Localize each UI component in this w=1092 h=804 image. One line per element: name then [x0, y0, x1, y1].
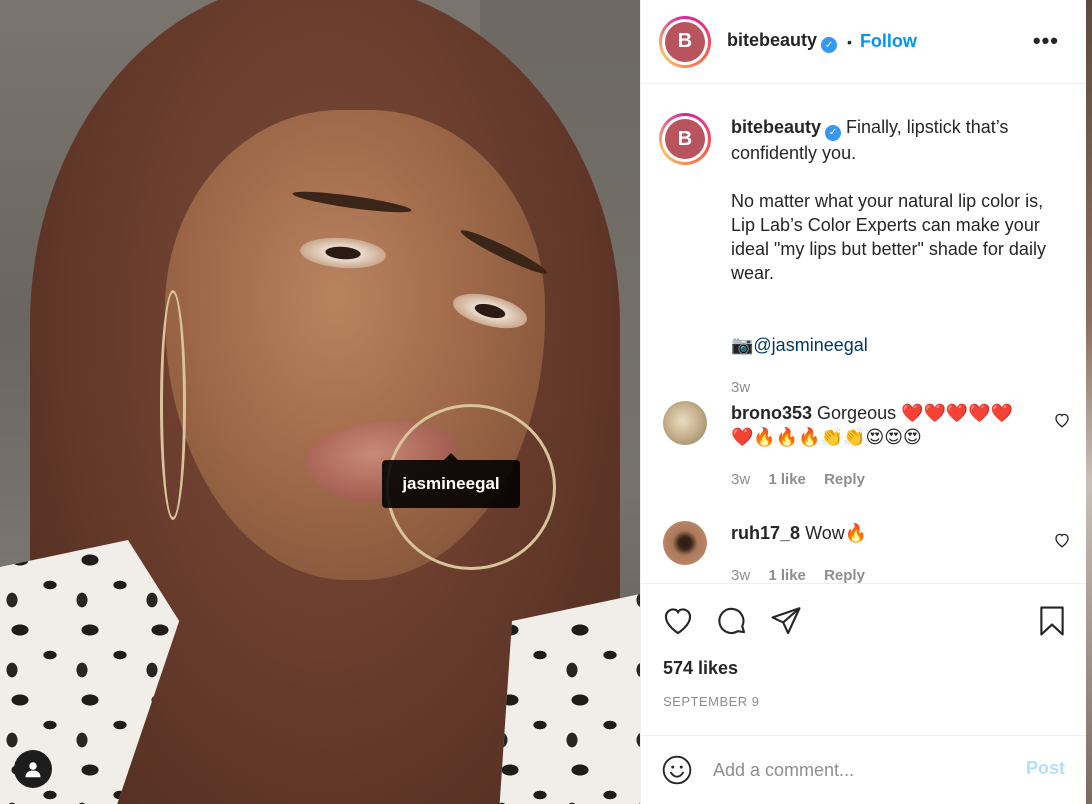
verified-badge-icon: ✓: [821, 37, 838, 54]
comment-likes-count[interactable]: 1 like: [768, 567, 806, 583]
bookmark-icon[interactable]: [1035, 604, 1069, 638]
post-header: B bitebeauty ✓ • Follow •••: [641, 0, 1087, 84]
add-comment-bar: Post: [641, 735, 1087, 804]
post-photo[interactable]: jasmineegal: [0, 0, 640, 804]
post-side-panel: B bitebeauty ✓ • Follow ••• B bitebeauty ✓…: [640, 0, 1087, 804]
user-tag-tooltip[interactable]: jasmineegal: [382, 453, 520, 508]
comment-meta: 3w 1 like Reply: [731, 471, 879, 488]
heart-icon[interactable]: [661, 604, 695, 638]
avatar[interactable]: [663, 401, 707, 445]
tagged-users-button[interactable]: [14, 750, 52, 788]
comment-timestamp[interactable]: 3w: [731, 471, 750, 488]
comment-timestamp[interactable]: 3w: [731, 567, 750, 583]
verified-badge-icon: ✓: [825, 125, 842, 141]
follow-button[interactable]: Follow: [860, 31, 917, 52]
background-edge: [1086, 0, 1092, 804]
comment-username[interactable]: brono353: [731, 403, 812, 423]
comment-text: brono353 Gorgeous ❤️❤️❤️❤️❤️❤️🔥🔥🔥👏👏😍😍😍: [731, 401, 1031, 449]
avatar-inner: B: [662, 18, 708, 65]
comments-list[interactable]: B bitebeauty ✓ Finally, lipstick that’s c…: [641, 85, 1087, 583]
comment-text: ruh17_8 Wow🔥: [731, 521, 1031, 545]
separator-dot: •: [847, 33, 852, 50]
avatar[interactable]: B: [659, 113, 711, 165]
post-comment-button[interactable]: Post: [1026, 758, 1065, 779]
avatar[interactable]: [663, 521, 707, 565]
caption-timestamp[interactable]: 3w: [731, 379, 750, 396]
likes-count[interactable]: 574 likes: [663, 658, 738, 679]
comment-meta: 3w 1 like Reply: [731, 567, 879, 583]
reply-button[interactable]: Reply: [824, 567, 865, 583]
caption-username[interactable]: bitebeauty: [731, 117, 821, 137]
photo-earring: [160, 290, 186, 520]
smiley-icon[interactable]: [661, 754, 693, 786]
avatar-inner: B: [662, 116, 708, 162]
heart-icon[interactable]: [1053, 411, 1071, 429]
comment-username[interactable]: ruh17_8: [731, 523, 800, 543]
caption-body: No matter what your natural lip color is…: [731, 191, 1046, 283]
brand-logo: B: [665, 119, 705, 159]
post-actions: 574 likes SEPTEMBER 9: [641, 583, 1087, 735]
brand-logo: B: [665, 21, 705, 62]
heart-icon[interactable]: [1053, 531, 1071, 549]
comment-icon[interactable]: [715, 604, 749, 638]
caption-mention-link[interactable]: 📷@jasmineegal: [731, 335, 868, 356]
avatar[interactable]: B: [659, 15, 711, 68]
comment-input[interactable]: [713, 759, 1003, 781]
comment-body: Wow🔥: [805, 523, 868, 543]
header-username-text[interactable]: bitebeauty: [727, 30, 817, 50]
more-options-icon[interactable]: •••: [1033, 28, 1059, 54]
post-date[interactable]: SEPTEMBER 9: [663, 694, 760, 709]
paper-plane-icon[interactable]: [769, 604, 803, 638]
header-username[interactable]: bitebeauty ✓: [727, 30, 838, 54]
reply-button[interactable]: Reply: [824, 471, 865, 488]
comment-likes-count[interactable]: 1 like: [768, 471, 806, 488]
user-icon: [25, 762, 41, 778]
caption-text: bitebeauty ✓ Finally, lipstick that’s con…: [731, 115, 1061, 285]
